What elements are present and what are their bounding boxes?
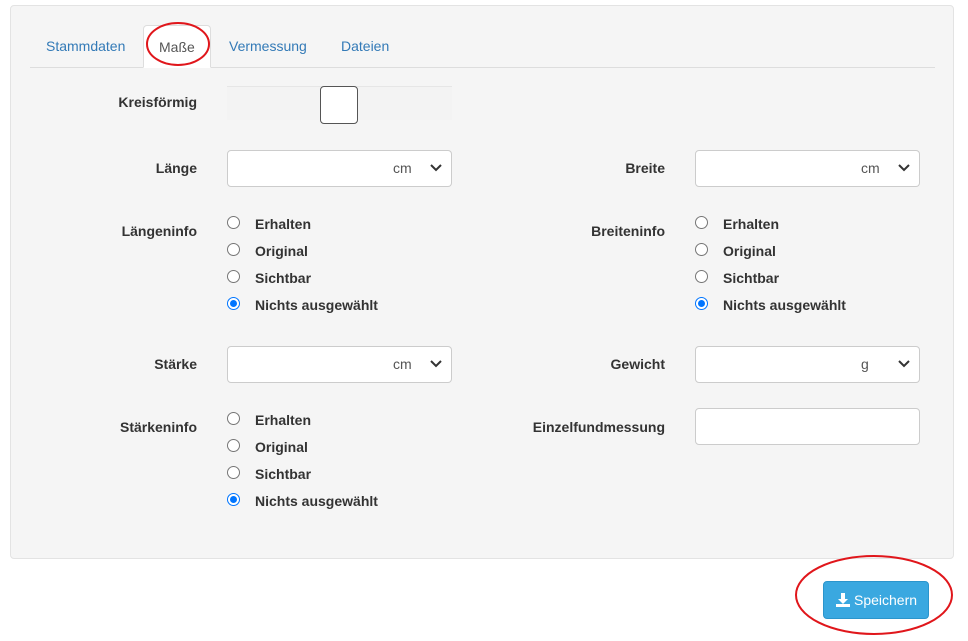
save-button[interactable]: Speichern: [823, 581, 929, 619]
radio-button[interactable]: [227, 270, 240, 283]
staerke-unit-value: cm: [393, 356, 412, 372]
staerke-label: Stärke: [154, 356, 197, 372]
radio-label: Erhalten: [255, 216, 312, 232]
breite-unit-select[interactable]: cm: [845, 150, 920, 187]
laengeninfo-label: Längeninfo: [121, 223, 197, 239]
download-icon: [836, 593, 850, 607]
radio-button-selected[interactable]: [227, 493, 240, 506]
radio-label: Erhalten: [255, 412, 312, 428]
breite-unit-value: cm: [861, 160, 880, 176]
kreisfoermig-checkbox[interactable]: [320, 86, 358, 124]
radio-label: Nichts ausgewählt: [723, 297, 846, 313]
chevron-down-icon: [898, 360, 910, 368]
tab-masse[interactable]: Maße: [143, 25, 211, 68]
radio-button-selected[interactable]: [695, 297, 708, 310]
radio-label: Sichtbar: [255, 270, 312, 286]
chevron-down-icon: [898, 164, 910, 172]
radio-label: Original: [723, 243, 776, 259]
chevron-down-icon: [430, 360, 442, 368]
gewicht-input[interactable]: [695, 346, 846, 383]
laenge-unit-select[interactable]: cm: [377, 150, 452, 187]
save-button-label: Speichern: [854, 592, 918, 608]
staerkeninfo-label: Stärkeninfo: [119, 419, 197, 435]
radio-button[interactable]: [227, 412, 240, 425]
gewicht-label: Gewicht: [610, 356, 665, 372]
form-panel: [10, 5, 954, 559]
laenge-input[interactable]: [227, 150, 378, 187]
breiteninfo-label: Breiteninfo: [591, 223, 665, 239]
radio-label: Original: [255, 243, 308, 259]
laenge-unit-value: cm: [393, 160, 412, 176]
breite-label: Breite: [625, 160, 665, 176]
radio-button[interactable]: [227, 439, 240, 452]
tab-dateien[interactable]: Dateien: [326, 25, 404, 67]
breite-input[interactable]: [695, 150, 846, 187]
radio-label: Nichts ausgewählt: [255, 493, 378, 509]
tab-bar: Stammdaten Maße Vermessung Dateien: [30, 25, 935, 68]
laenge-label: Länge: [155, 160, 197, 176]
staerke-input[interactable]: [227, 346, 378, 383]
gewicht-unit-value: g: [861, 356, 869, 372]
radio-label: Sichtbar: [255, 466, 312, 482]
chevron-down-icon: [430, 164, 442, 172]
radio-button[interactable]: [227, 216, 240, 229]
staerke-unit-select[interactable]: cm: [377, 346, 452, 383]
radio-label: Sichtbar: [723, 270, 780, 286]
tab-vermessung[interactable]: Vermessung: [214, 25, 322, 67]
gewicht-unit-select[interactable]: g: [845, 346, 920, 383]
radio-button[interactable]: [227, 243, 240, 256]
radio-label: Erhalten: [723, 216, 780, 232]
radio-button-selected[interactable]: [227, 297, 240, 310]
radio-label: Nichts ausgewählt: [255, 297, 378, 313]
kreisfoermig-label: Kreisförmig: [118, 94, 197, 110]
radio-button[interactable]: [695, 270, 708, 283]
einzelfundmessung-input[interactable]: [695, 408, 920, 445]
radio-button[interactable]: [227, 466, 240, 479]
tab-stammdaten[interactable]: Stammdaten: [31, 25, 140, 67]
radio-label: Original: [255, 439, 308, 455]
einzelfundmessung-label: Einzelfundmessung: [532, 419, 665, 435]
radio-button[interactable]: [695, 243, 708, 256]
radio-button[interactable]: [695, 216, 708, 229]
